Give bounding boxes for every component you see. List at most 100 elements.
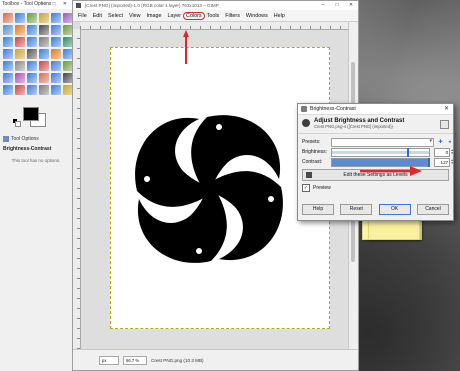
tool-icon[interactable] — [27, 73, 37, 83]
toolbox-titlebar: Toolbox - Tool Options ─ □ ✕ — [0, 0, 72, 9]
status-bar: px 66.7 % Crest PNG.png (10.3 MB) — [73, 349, 358, 370]
menu-file[interactable]: File — [75, 13, 90, 19]
tool-icon[interactable] — [15, 49, 25, 59]
brightness-contrast-dialog: Brightness-Contrast ✕ Adjust Brightness … — [297, 103, 454, 221]
tool-icon[interactable] — [27, 25, 37, 35]
tool-options-tab[interactable]: Tool Options — [3, 135, 69, 143]
brightness-slider[interactable] — [331, 147, 430, 157]
tool-icon[interactable] — [39, 61, 49, 71]
dialog-pin-button[interactable] — [440, 120, 449, 129]
dialog-subheading: Crest PNG.png-4 ([Crest PNG] (imported)) — [314, 124, 393, 129]
toolbox-window-controls[interactable]: ─ □ ✕ — [41, 0, 70, 9]
menu-image[interactable]: Image — [144, 13, 165, 19]
color-swatches — [3, 103, 69, 131]
tool-icon[interactable] — [3, 13, 13, 23]
tool-icon[interactable] — [51, 61, 61, 71]
brightness-spinbox[interactable]: 0 — [433, 147, 451, 157]
tool-options-icon — [3, 135, 9, 142]
tool-icon[interactable] — [15, 13, 25, 23]
tool-options-name: Brightness-Contrast — [3, 146, 52, 152]
tool-options-tab-label: Tool Options — [11, 136, 39, 142]
tool-icon[interactable] — [15, 37, 25, 47]
unit-selector[interactable]: px — [99, 355, 119, 365]
tool-icon[interactable] — [51, 73, 61, 83]
preview-row: ✓ Preview — [298, 183, 453, 193]
dialog-titlebar: Brightness-Contrast ✕ — [298, 104, 453, 115]
menu-edit[interactable]: Edit — [90, 13, 105, 19]
tool-icon[interactable] — [51, 13, 61, 23]
tool-icon[interactable] — [39, 37, 49, 47]
tool-icon[interactable] — [3, 73, 13, 83]
tool-icon[interactable] — [3, 37, 13, 47]
contrast-spinbox[interactable]: 127 — [433, 157, 451, 167]
brightness-slider-handle[interactable] — [407, 147, 409, 157]
gimp-window-controls: ─ □ ✕ — [316, 1, 358, 10]
preview-label: Preview — [313, 185, 331, 191]
brightness-row: Brightness: 0 ▴ ▾ — [298, 147, 453, 157]
cancel-button[interactable]: Cancel — [416, 204, 449, 215]
menu-tools[interactable]: Tools — [204, 13, 223, 19]
tool-icon[interactable] — [15, 73, 25, 83]
red-arrow-right-icon — [360, 166, 422, 176]
menu-colors[interactable]: Colors — [183, 11, 205, 20]
tool-icon[interactable] — [39, 49, 49, 59]
tool-icon[interactable] — [27, 13, 37, 23]
tool-icon[interactable] — [51, 25, 61, 35]
menu-select[interactable]: Select — [105, 13, 126, 19]
foreground-color-swatch[interactable] — [23, 107, 39, 121]
tool-icon[interactable] — [3, 25, 13, 35]
tool-icon[interactable] — [51, 49, 61, 59]
tool-icon[interactable] — [39, 13, 49, 23]
close-button[interactable]: ✕ — [344, 1, 358, 10]
tool-icon[interactable] — [27, 61, 37, 71]
minimize-button[interactable]: ─ — [316, 1, 330, 10]
menu-bar: File Edit Select View Image Layer Colors… — [73, 10, 358, 22]
dialog-close-button[interactable]: ✕ — [444, 104, 449, 114]
tool-icon[interactable] — [15, 85, 25, 95]
tool-icon[interactable] — [39, 25, 49, 35]
tool-grid — [0, 9, 73, 99]
tool-icon[interactable] — [15, 61, 25, 71]
presets-dropdown[interactable] — [330, 137, 434, 147]
default-colors-icon[interactable] — [13, 119, 21, 127]
add-preset-icon[interactable]: ✚ — [437, 139, 444, 146]
gimp-window-title: [Crest PNG] (imported)-1.0 (RGB color 1 … — [85, 3, 219, 8]
reset-button[interactable]: Reset — [340, 204, 373, 215]
dialog-buttons: Help Reset OK Cancel — [302, 204, 449, 215]
preset-menu-icon[interactable]: ◂ — [446, 139, 453, 146]
horizontal-ruler[interactable] — [80, 22, 349, 30]
tool-icon[interactable] — [39, 73, 49, 83]
vertical-ruler[interactable] — [73, 29, 81, 350]
tool-icon[interactable] — [51, 37, 61, 47]
tool-icon[interactable] — [27, 85, 37, 95]
tool-icon[interactable] — [15, 25, 25, 35]
gimp-titlebar: [Crest PNG] (imported)-1.0 (RGB color 1 … — [73, 1, 358, 10]
contrast-slider-handle[interactable] — [428, 157, 430, 167]
gimp-app-icon — [76, 3, 81, 8]
tool-icon[interactable] — [3, 49, 13, 59]
tool-options-message: This tool has no options. — [11, 158, 61, 163]
dialog-title: Brightness-Contrast — [310, 106, 356, 112]
preview-checkbox[interactable]: ✓ — [302, 184, 310, 192]
red-arrow-up-icon — [183, 30, 189, 64]
menu-filters[interactable]: Filters — [222, 13, 243, 19]
tool-icon[interactable] — [3, 85, 13, 95]
dialog-heading: Adjust Brightness and Contrast — [314, 118, 405, 124]
tool-icon[interactable] — [51, 85, 61, 95]
menu-help[interactable]: Help — [271, 13, 288, 19]
tool-icon[interactable] — [3, 61, 13, 71]
tool-icon[interactable] — [39, 85, 49, 95]
zoom-selector[interactable]: 66.7 % — [123, 355, 147, 365]
levels-icon — [306, 172, 312, 178]
tool-icon[interactable] — [27, 49, 37, 59]
help-button[interactable]: Help — [302, 204, 334, 215]
contrast-spin-arrows-icon[interactable]: ▴ ▾ — [451, 158, 453, 166]
menu-windows[interactable]: Windows — [243, 13, 271, 19]
tool-icon[interactable] — [27, 37, 37, 47]
dialog-header: Adjust Brightness and Contrast Crest PNG… — [298, 115, 453, 134]
maximize-button[interactable]: □ — [330, 1, 344, 10]
brightness-spin-arrows-icon[interactable]: ▴ ▾ — [451, 148, 453, 156]
ok-button[interactable]: OK — [378, 204, 411, 215]
menu-view[interactable]: View — [126, 13, 144, 19]
menu-layer[interactable]: Layer — [165, 13, 185, 19]
